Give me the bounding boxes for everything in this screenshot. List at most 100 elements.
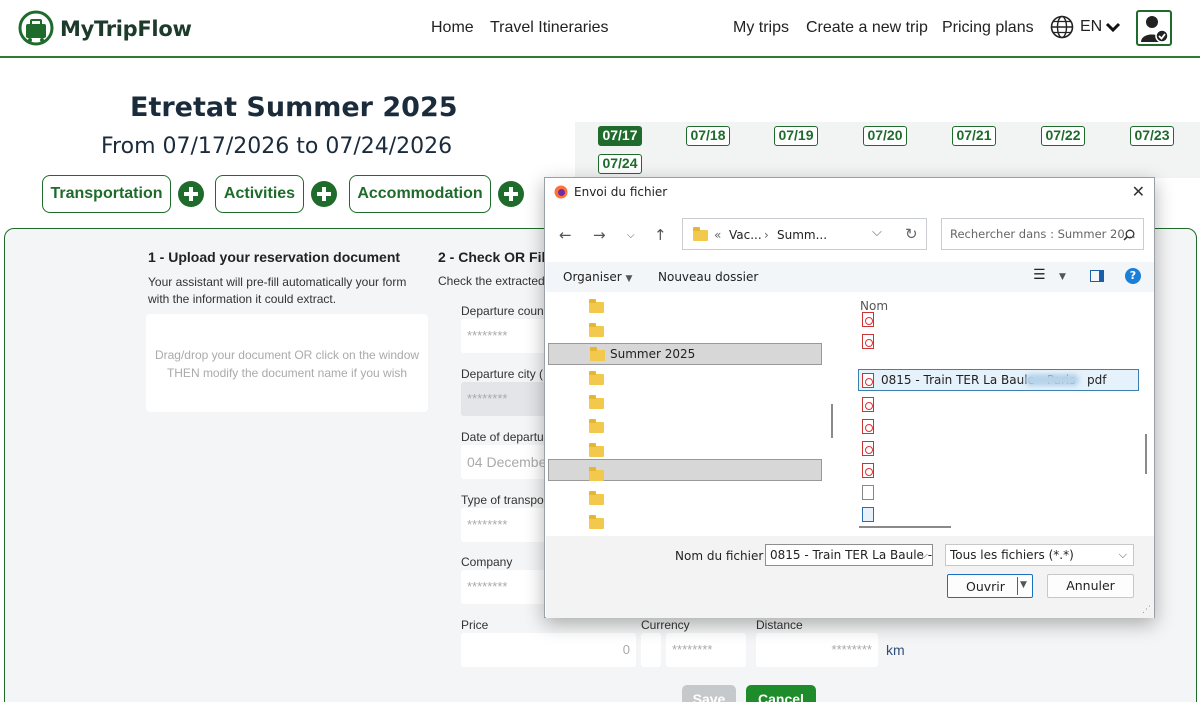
price-input[interactable]: 0 <box>461 633 636 667</box>
nav-home[interactable]: Home <box>431 19 474 37</box>
folder-icon[interactable] <box>589 467 604 481</box>
step2-title: 2 - Check OR Fill <box>438 249 550 265</box>
distance-label: Distance <box>756 618 803 632</box>
departure-country-input[interactable]: ******** <box>461 319 551 353</box>
language-selector[interactable]: EN <box>1050 15 1121 39</box>
file-list-scrollbar[interactable] <box>1145 434 1147 474</box>
user-account-button[interactable] <box>1136 10 1172 46</box>
folder-icon[interactable] <box>589 419 604 433</box>
close-icon[interactable]: ✕ <box>1132 182 1145 201</box>
back-arrow-icon[interactable]: ← <box>559 226 572 244</box>
folder-icon <box>590 347 605 361</box>
transport-type-label: Type of transpo <box>461 493 544 507</box>
activities-button[interactable]: Activities <box>215 175 304 213</box>
forward-arrow-icon[interactable]: → <box>593 226 606 244</box>
company-label: Company <box>461 555 513 569</box>
accommodation-button[interactable]: Accommodation <box>349 175 491 213</box>
dialog-search-input[interactable]: Rechercher dans : Summer 20... <box>941 218 1144 250</box>
company-input[interactable]: ******** <box>461 570 551 604</box>
folder-tree: Summer 2025 <box>546 294 836 534</box>
file-list-hscrollbar[interactable] <box>859 526 951 528</box>
pdf-file-icon[interactable] <box>862 419 874 434</box>
recent-dropdown-icon[interactable]: ⌵ <box>627 230 635 241</box>
departure-country-label: Departure count <box>461 304 548 318</box>
tree-item-selected[interactable]: Summer 2025 <box>548 343 822 365</box>
document-dropzone[interactable]: Drag/drop your document OR click on the … <box>146 314 428 412</box>
up-arrow-icon[interactable]: ↑ <box>654 226 667 244</box>
chevron-down-icon[interactable]: ⌵ <box>920 548 928 562</box>
address-segment[interactable]: Summ... <box>777 228 827 242</box>
pdf-file-icon[interactable] <box>862 334 874 349</box>
logo-text: MyTripFlow <box>60 17 192 41</box>
doc-file-icon[interactable] <box>862 507 874 522</box>
pdf-file-icon[interactable] <box>862 463 874 478</box>
add-activity-icon[interactable] <box>311 181 337 207</box>
transportation-button[interactable]: Transportation <box>42 175 171 213</box>
caret-down-icon: ▼ <box>625 274 633 284</box>
filename-label: Nom du fichier : <box>675 549 772 563</box>
nav-my-trips[interactable]: My trips <box>733 19 789 37</box>
day-chip[interactable]: 07/18 <box>686 126 730 146</box>
address-segment[interactable]: Vac... <box>729 228 762 242</box>
column-header-name[interactable]: Nom <box>860 299 888 313</box>
departure-city-input[interactable]: ******** <box>461 382 551 416</box>
file-icon[interactable] <box>862 485 874 500</box>
distance-input[interactable]: ******** <box>756 633 878 667</box>
step1-description: Your assistant will pre-fill automatical… <box>148 275 407 306</box>
file-upload-dialog: Envoi du fichier ✕ ← → ⌵ ↑ « Vac... › Su… <box>544 177 1155 618</box>
view-options-icon[interactable]: ☰ <box>1033 267 1046 283</box>
tree-item-label: Summer 2025 <box>610 347 696 361</box>
caret-down-icon[interactable]: ▼ <box>1020 580 1027 590</box>
departure-date-label: Date of departur <box>461 430 548 444</box>
organize-menu[interactable]: Organiser ▼ <box>563 270 632 284</box>
help-icon[interactable]: ? <box>1125 268 1141 284</box>
day-chip[interactable]: 07/19 <box>774 126 818 146</box>
caret-down-icon[interactable]: ▼ <box>1059 272 1066 282</box>
address-bar[interactable]: « Vac... › Summ... ⌵ ↻ <box>682 218 927 250</box>
refresh-icon[interactable]: ↻ <box>905 225 918 243</box>
nav-pricing-plans[interactable]: Pricing plans <box>942 19 1034 37</box>
folder-icon[interactable] <box>589 323 604 337</box>
day-chip[interactable]: 07/23 <box>1130 126 1174 146</box>
save-button[interactable]: Save <box>682 685 736 702</box>
folder-icon[interactable] <box>589 443 604 457</box>
chevron-down-icon[interactable]: ⌵ <box>872 225 882 240</box>
day-chip[interactable]: 07/24 <box>598 154 642 174</box>
logo[interactable]: MyTripFlow <box>18 10 192 48</box>
currency-select[interactable]: ******** <box>666 633 746 667</box>
top-navbar: MyTripFlow Home Travel Itineraries My tr… <box>0 0 1200 58</box>
chevron-down-icon <box>1106 22 1121 33</box>
sort-up-icon: ^ <box>1045 294 1054 300</box>
folder-icon[interactable] <box>589 299 604 313</box>
nav-travel-itineraries[interactable]: Travel Itineraries <box>490 19 609 37</box>
day-chip[interactable]: 07/21 <box>952 126 996 146</box>
nav-create-trip[interactable]: Create a new trip <box>806 19 928 37</box>
pdf-file-icon[interactable] <box>862 312 874 327</box>
departure-date-input[interactable]: 04 Decembe <box>461 445 551 479</box>
dialog-cancel-button[interactable]: Annuler <box>1047 574 1134 598</box>
pdf-file-icon[interactable] <box>862 441 874 456</box>
transport-type-select[interactable]: ******** <box>461 508 551 542</box>
pdf-file-icon[interactable] <box>862 397 874 412</box>
folder-icon[interactable] <box>589 491 604 505</box>
day-chip[interactable]: 07/22 <box>1041 126 1085 146</box>
preview-pane-icon[interactable] <box>1090 270 1104 282</box>
day-chip[interactable]: 07/20 <box>863 126 907 146</box>
cancel-button[interactable]: Cancel <box>746 685 816 702</box>
tree-scrollbar[interactable] <box>831 404 833 438</box>
folder-icon[interactable] <box>589 515 604 529</box>
folder-icon[interactable] <box>589 371 604 385</box>
search-icon <box>1123 229 1135 241</box>
resize-grip-icon[interactable]: ⋰ <box>1142 605 1151 615</box>
redacted-text <box>1025 374 1079 386</box>
add-transportation-icon[interactable] <box>178 181 204 207</box>
folder-icon[interactable] <box>589 395 604 409</box>
language-label: EN <box>1080 18 1103 35</box>
trip-title: Etretat Summer 2025 <box>130 92 458 123</box>
filetype-select[interactable]: Tous les fichiers (*.*) ⌵ <box>945 544 1134 566</box>
filename-input[interactable]: 0815 - Train TER La Baule - ⌵ <box>765 544 933 566</box>
new-folder-button[interactable]: Nouveau dossier <box>658 270 758 284</box>
add-accommodation-icon[interactable] <box>498 181 524 207</box>
open-button[interactable]: Ouvrir ▼ <box>947 574 1033 598</box>
day-chip[interactable]: 07/17 <box>598 126 642 146</box>
